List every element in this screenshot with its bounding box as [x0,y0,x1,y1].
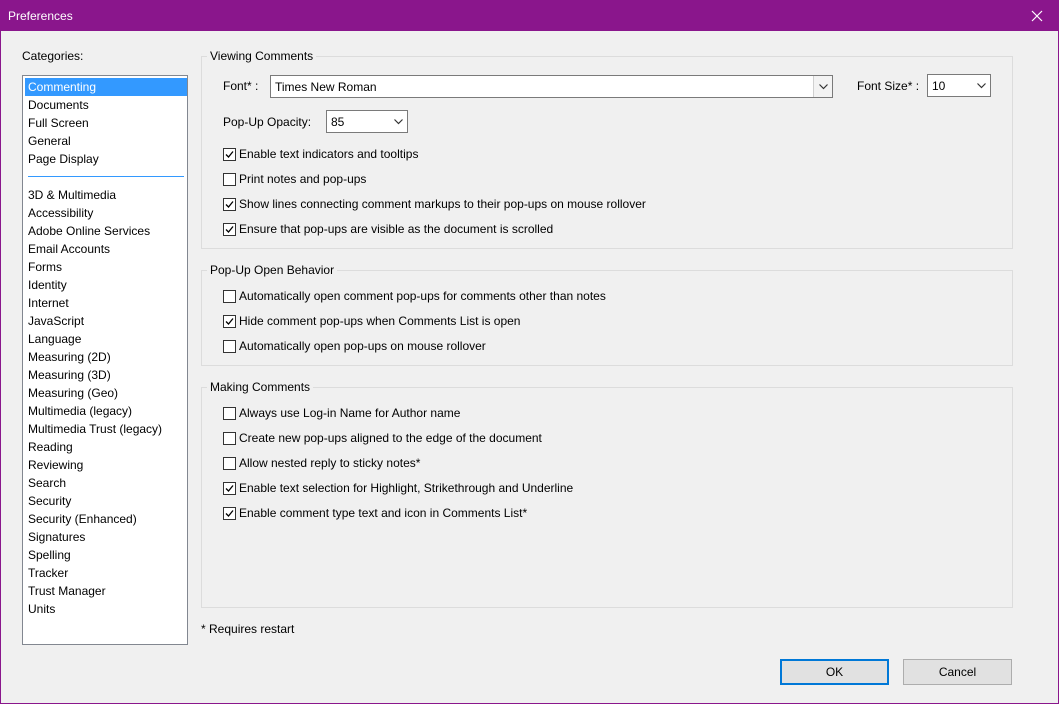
chevron-down-icon [389,111,407,132]
checkbox[interactable] [223,407,236,420]
checkbox[interactable] [223,198,236,211]
checkmark-icon [225,318,234,325]
category-item[interactable]: JavaScript [25,312,187,330]
making-comments-group [201,387,1013,608]
checkbox[interactable] [223,173,236,186]
close-button[interactable] [1014,0,1059,31]
category-item[interactable]: Email Accounts [25,240,187,258]
category-item[interactable]: Identity [25,276,187,294]
category-item[interactable]: Multimedia Trust (legacy) [25,420,187,438]
category-item[interactable]: Units [25,600,187,618]
font-value: Times New Roman [275,80,377,94]
requires-restart-note: * Requires restart [201,622,295,636]
checkbox[interactable] [223,457,236,470]
category-item[interactable]: General [25,132,187,150]
window-title: Preferences [8,9,73,23]
checkbox[interactable] [223,223,236,236]
category-item[interactable]: Tracker [25,564,187,582]
opacity-value: 85 [331,115,345,129]
checkbox[interactable] [223,432,236,445]
category-item[interactable]: Security (Enhanced) [25,510,187,528]
category-item[interactable]: Page Display [25,150,187,168]
category-item[interactable]: 3D & Multimedia [25,186,187,204]
font-size-label: Font Size* : [857,79,920,93]
category-item[interactable]: Security [25,492,187,510]
checkbox[interactable] [223,507,236,520]
category-item[interactable]: Trust Manager [25,582,187,600]
categories-label: Categories: [22,49,84,63]
checkmark-icon [225,151,234,158]
categories-list[interactable]: Commenting Documents Full Screen General… [22,75,188,645]
category-item[interactable]: Signatures [25,528,187,546]
checkmark-icon [225,201,234,208]
checkbox-label: Hide comment pop-ups when Comments List … [239,314,521,328]
checkmark-icon [225,226,234,233]
checkbox-label: Enable text indicators and tooltips [239,147,419,161]
cancel-button[interactable]: Cancel [903,659,1012,685]
checkbox-label: Allow nested reply to sticky notes* [239,456,421,470]
checkbox-label: Always use Log-in Name for Author name [239,406,461,420]
font-label: Font* : [223,79,259,93]
viewing-comments-title: Viewing Comments [207,49,317,63]
category-item[interactable]: Internet [25,294,187,312]
category-item[interactable]: Reviewing [25,456,187,474]
ok-button[interactable]: OK [780,659,889,685]
category-item[interactable]: Forms [25,258,187,276]
checkbox-label: Enable comment type text and icon in Com… [239,506,528,520]
category-item[interactable]: Adobe Online Services [25,222,187,240]
preferences-dialog: Preferences Categories: Commenting Docum… [0,0,1059,704]
category-item[interactable]: Search [25,474,187,492]
checkbox[interactable] [223,340,236,353]
checkbox[interactable] [223,315,236,328]
close-icon [1031,10,1043,21]
font-size-value: 10 [932,79,946,93]
category-item[interactable]: Measuring (2D) [25,348,187,366]
category-item[interactable]: Documents [25,96,187,114]
category-item[interactable]: Language [25,330,187,348]
checkbox[interactable] [223,482,236,495]
opacity-label: Pop-Up Opacity: [223,115,312,129]
opacity-select[interactable]: 85 [326,110,408,133]
category-item[interactable]: Reading [25,438,187,456]
category-item[interactable]: Spelling [25,546,187,564]
font-size-select[interactable]: 10 [927,74,991,97]
checkmark-icon [225,510,234,517]
category-item[interactable]: Full Screen [25,114,187,132]
font-select[interactable]: Times New Roman [270,75,833,98]
checkbox-label: Ensure that pop-ups are visible as the d… [239,222,554,236]
checkbox-label: Automatically open comment pop-ups for c… [239,289,606,303]
category-item[interactable]: Accessibility [25,204,187,222]
category-item[interactable]: Measuring (3D) [25,366,187,384]
checkbox[interactable] [223,148,236,161]
popup-behavior-title: Pop-Up Open Behavior [207,263,338,277]
category-separator [28,176,184,177]
checkbox[interactable] [223,290,236,303]
category-item[interactable]: Commenting [25,78,187,96]
checkmark-icon [225,485,234,492]
title-bar: Preferences [1,0,1059,31]
checkbox-label: Automatically open pop-ups on mouse roll… [239,339,486,353]
checkbox-label: Print notes and pop-ups [239,172,367,186]
chevron-down-icon [972,75,990,96]
chevron-down-icon [813,76,832,97]
category-item[interactable]: Multimedia (legacy) [25,402,187,420]
checkbox-label: Enable text selection for Highlight, Str… [239,481,574,495]
checkbox-label: Show lines connecting comment markups to… [239,197,646,211]
category-item[interactable]: Measuring (Geo) [25,384,187,402]
making-comments-title: Making Comments [207,380,314,394]
checkbox-label: Create new pop-ups aligned to the edge o… [239,431,542,445]
